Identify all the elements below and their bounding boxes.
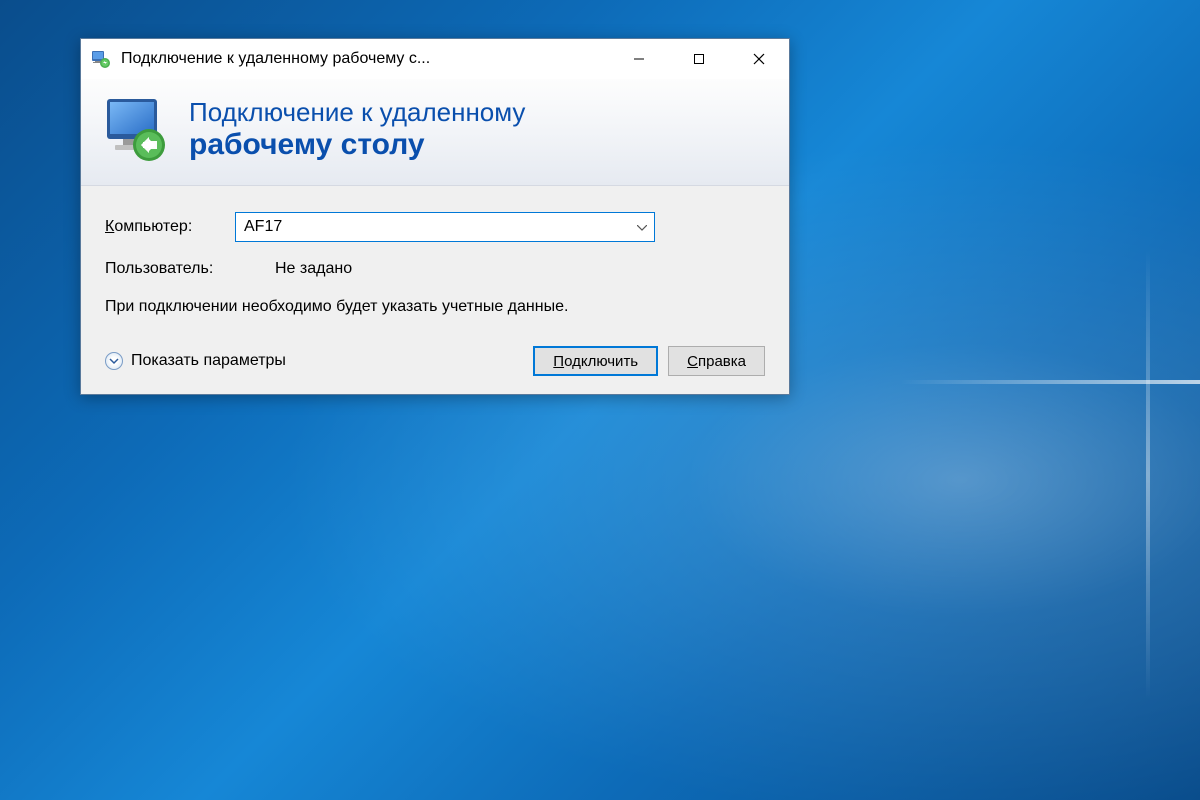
help-button[interactable]: Справка bbox=[668, 346, 765, 376]
banner-title-line1: Подключение к удаленному bbox=[189, 98, 525, 128]
titlebar[interactable]: Подключение к удаленному рабочему с... bbox=[81, 39, 789, 79]
credentials-info-text: При подключении необходимо будет указать… bbox=[105, 296, 655, 318]
window-controls bbox=[609, 39, 789, 79]
user-row: Пользователь: Не задано bbox=[105, 260, 765, 278]
expand-down-icon bbox=[105, 352, 123, 370]
show-options-link[interactable]: Показать параметры bbox=[105, 352, 523, 370]
user-label: Пользователь: bbox=[105, 260, 235, 278]
rdp-app-icon bbox=[91, 49, 111, 69]
maximize-button[interactable] bbox=[669, 39, 729, 79]
minimize-button[interactable] bbox=[609, 39, 669, 79]
desktop-background-beam bbox=[900, 380, 1200, 384]
close-button[interactable] bbox=[729, 39, 789, 79]
banner-title: Подключение к удаленному рабочему столу bbox=[189, 98, 525, 162]
connect-button[interactable]: Подключить bbox=[533, 346, 658, 376]
computer-input[interactable] bbox=[235, 212, 655, 242]
window-title: Подключение к удаленному рабочему с... bbox=[121, 50, 609, 68]
rdp-banner-icon bbox=[101, 95, 171, 165]
rdp-dialog-window: Подключение к удаленному рабочему с... bbox=[80, 38, 790, 395]
desktop-background-beam2 bbox=[1146, 250, 1150, 700]
user-value: Не задано bbox=[275, 260, 352, 278]
dialog-body: Компьютер: Пользователь: Не задано При п… bbox=[81, 186, 789, 394]
header-banner: Подключение к удаленному рабочему столу bbox=[81, 79, 789, 186]
computer-row: Компьютер: bbox=[105, 212, 765, 242]
computer-combobox[interactable] bbox=[235, 212, 655, 242]
computer-label: Компьютер: bbox=[105, 218, 235, 236]
show-options-label: Показать параметры bbox=[131, 352, 286, 370]
footer-row: Показать параметры Подключить Справка bbox=[105, 346, 765, 376]
banner-title-line2: рабочему столу bbox=[189, 128, 525, 163]
